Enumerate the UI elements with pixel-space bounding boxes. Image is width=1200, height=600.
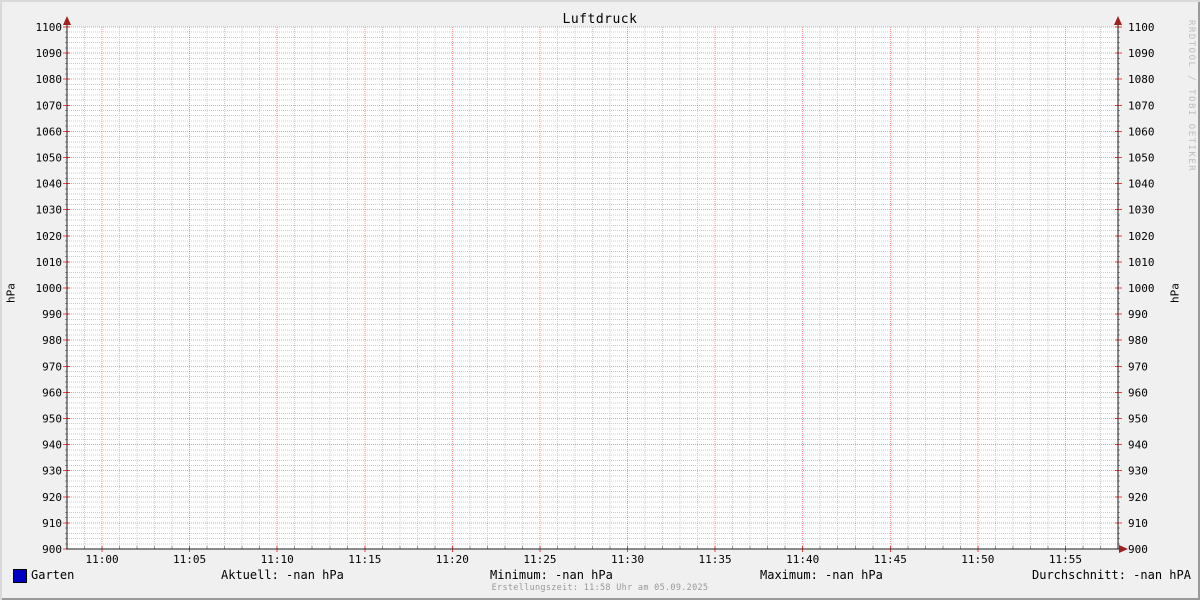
- svg-text:1070: 1070: [36, 99, 63, 112]
- svg-text:950: 950: [1128, 413, 1148, 426]
- svg-text:1060: 1060: [36, 125, 63, 138]
- svg-text:950: 950: [42, 413, 62, 426]
- svg-text:900: 900: [1128, 543, 1148, 556]
- svg-text:11:55: 11:55: [1049, 553, 1082, 566]
- stat-minimum: Minimum: -nan hPa: [490, 568, 613, 582]
- series-color-swatch: [13, 569, 27, 583]
- svg-text:11:05: 11:05: [173, 553, 206, 566]
- svg-text:1000: 1000: [1128, 282, 1155, 295]
- svg-text:11:25: 11:25: [523, 553, 556, 566]
- svg-text:990: 990: [42, 308, 62, 321]
- svg-text:970: 970: [1128, 360, 1148, 373]
- svg-text:11:35: 11:35: [699, 553, 732, 566]
- svg-text:960: 960: [42, 386, 62, 399]
- svg-text:940: 940: [42, 439, 62, 452]
- stat-durchschnitt: Durchschnitt: -nan hPA: [1032, 568, 1191, 582]
- svg-text:11:50: 11:50: [961, 553, 994, 566]
- rrd-graph: Luftdruck RRDTOOL / TOBI OETIKER hPa hPa…: [0, 0, 1200, 600]
- svg-text:1050: 1050: [36, 152, 63, 165]
- series-label: Garten: [31, 568, 74, 582]
- svg-text:930: 930: [1128, 465, 1148, 478]
- svg-text:1020: 1020: [36, 230, 63, 243]
- svg-text:1060: 1060: [1128, 125, 1155, 138]
- svg-text:1030: 1030: [36, 204, 63, 217]
- svg-text:1000: 1000: [36, 282, 63, 295]
- creation-time: Erstellungszeit: 11:58 Uhr am 05.09.2025: [0, 583, 1200, 593]
- svg-text:1040: 1040: [36, 178, 63, 191]
- stat-maximum: Maximum: -nan hPa: [760, 568, 883, 582]
- svg-text:1090: 1090: [36, 47, 63, 60]
- svg-text:930: 930: [42, 465, 62, 478]
- svg-text:1010: 1010: [36, 256, 63, 269]
- svg-text:910: 910: [42, 517, 62, 530]
- svg-text:960: 960: [1128, 386, 1148, 399]
- stat-aktuell: Aktuell: -nan hPa: [221, 568, 344, 582]
- svg-text:980: 980: [42, 334, 62, 347]
- svg-text:920: 920: [1128, 491, 1148, 504]
- svg-text:11:20: 11:20: [436, 553, 469, 566]
- svg-text:1010: 1010: [1128, 256, 1155, 269]
- svg-text:970: 970: [42, 360, 62, 373]
- chart-plot-area: 11:00 11:05 11:10 11:15 11:20 11:25 11:30 11:35…: [0, 0, 1200, 600]
- svg-text:990: 990: [1128, 308, 1148, 321]
- svg-text:1100: 1100: [36, 21, 63, 34]
- svg-text:1080: 1080: [1128, 73, 1155, 86]
- svg-text:920: 920: [42, 491, 62, 504]
- svg-text:1090: 1090: [1128, 47, 1155, 60]
- svg-text:1040: 1040: [1128, 178, 1155, 191]
- svg-text:1100: 1100: [1128, 21, 1155, 34]
- svg-text:900: 900: [42, 543, 62, 556]
- svg-text:940: 940: [1128, 439, 1148, 452]
- svg-text:1080: 1080: [36, 73, 63, 86]
- svg-text:11:15: 11:15: [348, 553, 381, 566]
- svg-text:11:30: 11:30: [611, 553, 644, 566]
- svg-text:1050: 1050: [1128, 152, 1155, 165]
- svg-text:11:40: 11:40: [786, 553, 819, 566]
- svg-text:910: 910: [1128, 517, 1148, 530]
- svg-text:1020: 1020: [1128, 230, 1155, 243]
- svg-text:980: 980: [1128, 334, 1148, 347]
- svg-text:1030: 1030: [1128, 204, 1155, 217]
- svg-text:11:45: 11:45: [874, 553, 907, 566]
- svg-text:11:00: 11:00: [85, 553, 118, 566]
- svg-text:11:10: 11:10: [261, 553, 294, 566]
- svg-text:1070: 1070: [1128, 99, 1155, 112]
